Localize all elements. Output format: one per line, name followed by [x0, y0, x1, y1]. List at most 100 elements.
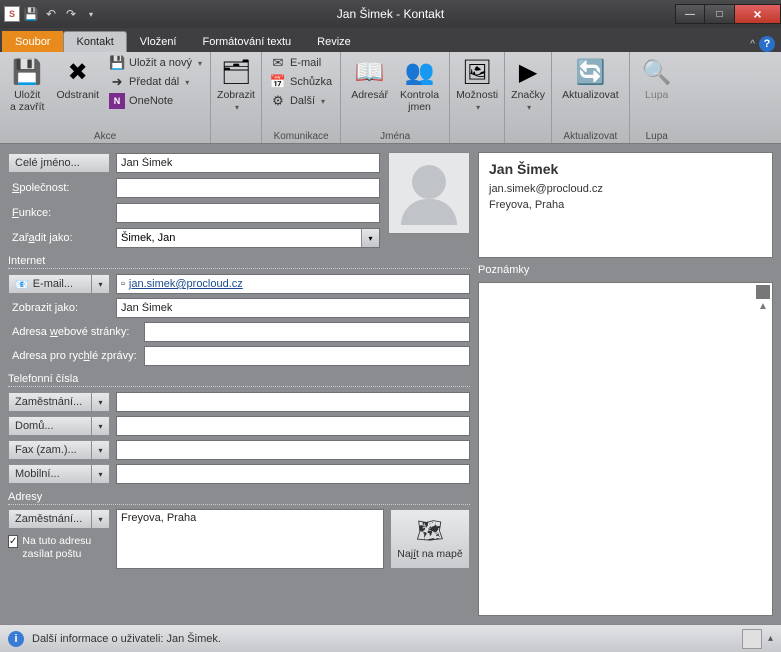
phone4-input[interactable] [116, 464, 470, 484]
ribbon-group-names: 📖 Adresář 👥 Kontrola jmen Jména [341, 52, 450, 143]
redo-icon[interactable]: ↷ [62, 5, 80, 23]
window-controls: — □ × [675, 4, 781, 24]
fullname-button[interactable]: Celé jméno... [8, 153, 110, 173]
tab-format[interactable]: Formátování textu [190, 31, 305, 52]
notes-options-icon[interactable] [756, 285, 770, 299]
status-bar: i Další informace o uživateli: Jan Šimek… [0, 624, 781, 652]
chevron-down-icon[interactable]: ▾ [92, 440, 110, 460]
jobtitle-input[interactable] [116, 203, 380, 223]
jobtitle-label: Funkce: [8, 207, 110, 219]
tags-button[interactable]: ▶ Značky▾ [507, 54, 549, 115]
app-icon[interactable]: S [4, 6, 20, 22]
minimize-button[interactable]: — [675, 4, 705, 24]
im-input[interactable] [144, 346, 470, 366]
save-new-icon: 💾 [109, 55, 125, 71]
expand-up-icon[interactable]: ▴ [768, 633, 773, 644]
card-email: jan.simek@procloud.cz [489, 183, 762, 195]
tags-icon: ▶ [512, 56, 544, 88]
chevron-down-icon[interactable]: ▾ [92, 392, 110, 412]
tab-insert[interactable]: Vložení [127, 31, 190, 52]
help-icon[interactable]: ? [759, 36, 775, 52]
more-button[interactable]: ⚙Další▾ [268, 92, 334, 110]
minimize-ribbon-icon[interactable]: ^ [750, 39, 755, 50]
notes-area[interactable]: ▲ [478, 282, 773, 616]
save-icon[interactable]: 💾 [22, 5, 40, 23]
chevron-down-icon[interactable]: ▾ [92, 464, 110, 484]
email-picker[interactable]: 📧E-mail... ▾ [8, 274, 110, 294]
ribbon-group-update: 🔄 Aktualizovat Aktualizovat [552, 52, 630, 143]
card-address: Freyova, Praha [489, 199, 762, 211]
address-picker[interactable]: Zaměstnání...▾ [8, 509, 110, 529]
save-new-button[interactable]: 💾Uložit a nový▾ [107, 54, 204, 72]
save-close-button[interactable]: 💾 Uložit a zavřít [6, 54, 48, 115]
ribbon-group-tags: ▶ Značky▾ [505, 52, 552, 143]
checknames-icon: 👥 [404, 56, 436, 88]
chevron-down-icon[interactable]: ▾ [92, 509, 110, 529]
phone4-picker[interactable]: Mobilní...▾ [8, 464, 110, 484]
more-icon: ⚙ [270, 93, 286, 109]
undo-icon[interactable]: ↶ [42, 5, 60, 23]
zoom-button[interactable]: 🔍 Lupa [636, 54, 678, 104]
quick-access-toolbar: S 💾 ↶ ↷ ▾ [0, 5, 100, 23]
checkbox-icon[interactable]: ✓ [8, 535, 18, 548]
fullname-input[interactable] [116, 153, 380, 173]
phone2-input[interactable] [116, 416, 470, 436]
main-area: Celé jméno... Společnost: Funkce: Zařadi… [0, 144, 781, 624]
card-name: Jan Šimek [489, 161, 762, 177]
ribbon-group-show: 🗂 Zobrazit▾ [211, 52, 262, 143]
phone3-input[interactable] [116, 440, 470, 460]
ribbon: 💾 Uložit a zavřít ✖ Odstranit 💾Uložit a … [0, 52, 781, 144]
update-button[interactable]: 🔄 Aktualizovat [558, 54, 623, 104]
forward-icon: ➜ [109, 74, 125, 90]
phone1-input[interactable] [116, 392, 470, 412]
onenote-button[interactable]: NOneNote [107, 92, 204, 110]
displayas-label: Zobrazit jako: [8, 302, 110, 314]
show-icon: 🗂 [220, 56, 252, 88]
options-button[interactable]: 🖼 Možnosti▾ [452, 54, 502, 115]
scroll-up-icon[interactable]: ▲ [756, 301, 770, 315]
tab-file[interactable]: Soubor [2, 31, 63, 52]
email-input[interactable]: ▫jan.simek@procloud.cz [116, 274, 470, 294]
map-icon: 🗺 [416, 518, 444, 544]
show-button[interactable]: 🗂 Zobrazit▾ [213, 54, 259, 115]
contact-photo[interactable] [388, 152, 470, 234]
save-close-icon: 💾 [11, 56, 43, 88]
meeting-icon: 📅 [270, 74, 286, 90]
status-text: Další informace o uživateli: Jan Šimek. [32, 633, 221, 645]
tab-contact[interactable]: Kontakt [63, 31, 126, 52]
company-input[interactable] [116, 178, 380, 198]
tab-review[interactable]: Revize [304, 31, 364, 52]
chevron-down-icon[interactable]: ▾ [92, 274, 110, 294]
addressbook-button[interactable]: 📖 Adresář [347, 54, 392, 104]
delete-button[interactable]: ✖ Odstranit [52, 54, 103, 104]
chevron-down-icon[interactable]: ▾ [92, 416, 110, 436]
meeting-button[interactable]: 📅Schůzka [268, 73, 334, 91]
ribbon-group-zoom: 🔍 Lupa Lupa [630, 52, 684, 143]
options-icon: 🖼 [461, 56, 493, 88]
phone1-picker[interactable]: Zaměstnání...▾ [8, 392, 110, 412]
ribbon-group-comm: ✉E-mail 📅Schůzka ⚙Další▾ Komunikace [262, 52, 341, 143]
mailing-checkbox-row[interactable]: ✓ Na tuto adresu zasílat poštu [8, 535, 110, 560]
presence-avatar-icon[interactable] [742, 629, 762, 649]
displayas-input[interactable] [116, 298, 470, 318]
qat-dropdown-icon[interactable]: ▾ [82, 5, 100, 23]
map-button[interactable]: 🗺 Najít na mapě [390, 509, 470, 569]
fileas-label: Zařadit jako: [8, 232, 110, 244]
address-input[interactable] [116, 509, 384, 569]
delete-icon: ✖ [62, 56, 94, 88]
ribbon-group-options: 🖼 Možnosti▾ [450, 52, 505, 143]
business-card[interactable]: Jan Šimek jan.simek@procloud.cz Freyova,… [478, 152, 773, 258]
maximize-button[interactable]: □ [705, 4, 735, 24]
phone3-picker[interactable]: Fax (zam.)...▾ [8, 440, 110, 460]
fileas-combo[interactable]: Šimek, Jan ▾ [116, 228, 380, 248]
checknames-button[interactable]: 👥 Kontrola jmen [396, 54, 443, 115]
phone2-picker[interactable]: Domů...▾ [8, 416, 110, 436]
web-input[interactable] [144, 322, 470, 342]
email-button[interactable]: ✉E-mail [268, 54, 334, 72]
ribbon-group-actions: 💾 Uložit a zavřít ✖ Odstranit 💾Uložit a … [0, 52, 211, 143]
forward-button[interactable]: ➜Předat dál▾ [107, 73, 204, 91]
chevron-down-icon[interactable]: ▾ [361, 229, 379, 247]
info-icon: i [8, 631, 24, 647]
close-button[interactable]: × [735, 4, 781, 24]
email-icon: ✉ [270, 55, 286, 71]
